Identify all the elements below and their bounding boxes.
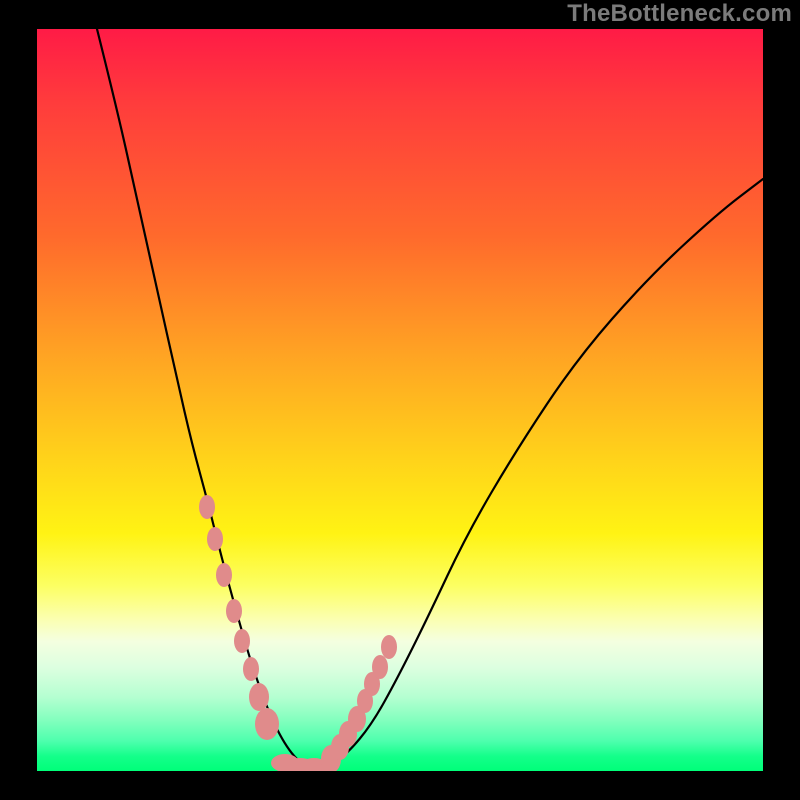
bead-cluster-right <box>321 635 397 771</box>
bead <box>381 635 397 659</box>
bead <box>234 629 250 653</box>
curve-layer <box>37 29 763 771</box>
bead-cluster-left <box>199 495 279 740</box>
bead-cluster-bottom <box>271 754 328 771</box>
bottleneck-curve <box>97 29 763 768</box>
bead <box>226 599 242 623</box>
watermark-text: TheBottleneck.com <box>567 0 792 28</box>
bead <box>243 657 259 681</box>
chart-stage: TheBottleneck.com <box>0 0 800 800</box>
plot-area <box>37 29 763 771</box>
bead <box>199 495 215 519</box>
bead <box>207 527 223 551</box>
bead <box>249 683 269 711</box>
bead <box>255 708 279 740</box>
bead <box>372 655 388 679</box>
bead <box>216 563 232 587</box>
